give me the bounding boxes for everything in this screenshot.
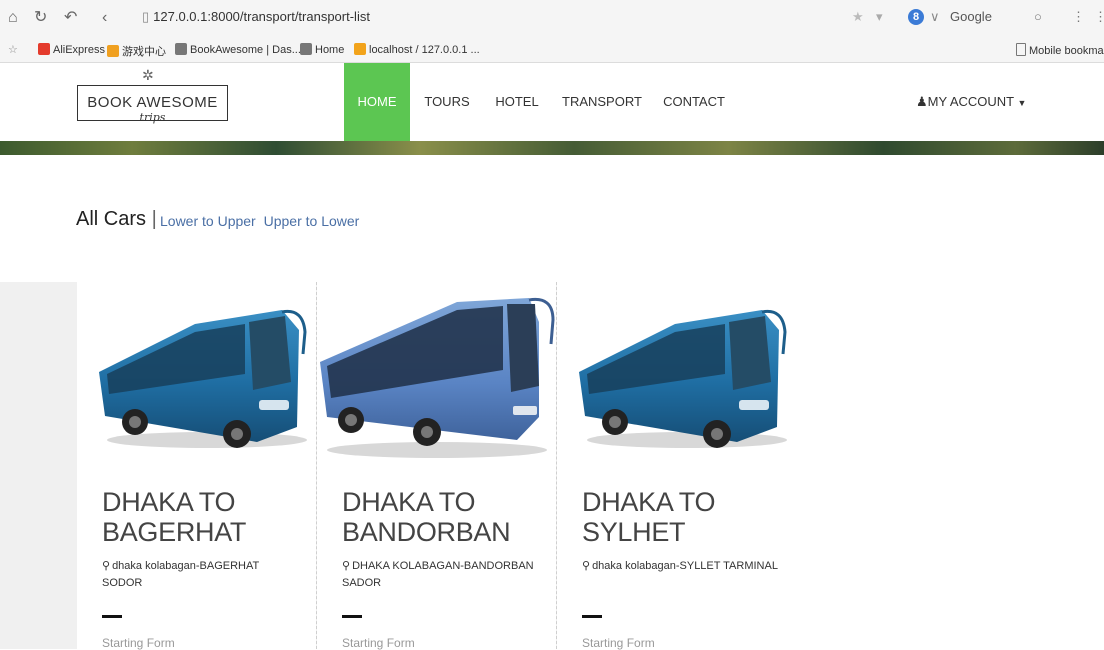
caret-down-icon: ▼ [1017,98,1027,108]
page-icon: ▯ [142,9,150,24]
aliexpress-icon [38,43,50,55]
transport-card[interactable]: DHAKA TO BAGERHAT ⚲ dhaka kolabagan-BAGER… [77,282,316,650]
site-header: BOOK AWESOME trips ✲ HOME TOURS HOTEL TR… [0,63,1104,141]
bookmark-game-center[interactable]: 游戏中心 [107,43,166,59]
route-location: ⚲ dhaka kolabagan-SYLLET TARMINAL [582,560,778,572]
address-bar[interactable]: ▯ 127.0.0.1:8000/transport/transport-list [142,9,370,25]
phpmyadmin-icon [354,43,366,55]
account-menu[interactable]: ♟MY ACCOUNT ▼ [916,63,1026,141]
route-title[interactable]: DHAKA TO BANDORBAN [342,487,552,547]
divider [582,615,602,618]
map-pin-icon: ⚲ [102,560,111,572]
page-icon [300,43,312,55]
page-icon [175,43,187,55]
bookmark-localhost[interactable]: localhost / 127.0.0.1 ... [354,43,480,56]
site-logo[interactable]: BOOK AWESOME trips [77,85,228,124]
more-icon[interactable]: ⋮ [1094,9,1104,25]
starting-from-label: Starting Form [582,636,655,650]
starting-from-label: Starting Form [342,636,415,650]
game-center-icon [107,45,119,57]
logo-subtitle: trips [139,111,166,124]
divider [102,615,122,618]
bookmark-bar: ☆ AliExpress 游戏中心 BookAwesome | Das... H… [0,38,1104,63]
transport-card[interactable]: DHAKA TO SYLHET ⚲ dhaka kolabagan-SYLLET … [557,282,796,650]
mobile-icon [1016,43,1026,56]
route-title[interactable]: DHAKA TO SYLHET [582,487,792,547]
chevron-down-icon[interactable]: ▾ [876,9,883,25]
account-label: MY ACCOUNT [927,94,1014,109]
star-icon[interactable]: ★ [852,9,864,25]
empty-card-slot [795,282,1104,649]
bookmark-bookawesome[interactable]: BookAwesome | Das... [175,43,301,56]
search-icon[interactable]: ○ [1034,9,1042,24]
starting-from-label: Starting Form [102,636,175,650]
title-divider: | [151,208,157,230]
bus-image [320,297,555,458]
bookmark-aliexpress[interactable]: AliExpress [38,43,105,56]
logo-title: BOOK AWESOME [87,94,218,111]
map-pin-icon: ⚲ [342,560,351,572]
palm-tree-icon: ✲ [142,67,154,83]
nav-tours[interactable]: TOURS [424,63,470,141]
page-title: All Cars | [76,208,157,230]
engine-dropdown-icon[interactable]: ∨ [930,9,940,25]
browser-toolbar: ⌂ ↻ ↶ ‹ ▯ 127.0.0.1:8000/transport/transp… [0,0,1104,39]
undo-icon[interactable]: ↶ [64,8,77,28]
bus-image [579,309,787,448]
back-icon[interactable]: ‹ [102,8,107,28]
transport-card[interactable]: DHAKA TO BANDORBAN ⚲ DHAKA KOLABAGAN-BAND… [317,282,556,650]
route-title[interactable]: DHAKA TO BAGERHAT [102,487,312,547]
reload-icon[interactable]: ↻ [34,8,47,28]
user-icon: ♟ [916,94,928,109]
sort-low-to-high-link[interactable]: Lower to Upper [160,213,256,229]
search-engine-icon[interactable]: 8 [908,9,924,25]
bus-image [99,309,307,448]
map-pin-icon: ⚲ [582,560,591,572]
bookmark-star-icon[interactable]: ☆ [8,43,18,56]
url-text: 127.0.0.1:8000/transport/transport-list [153,9,370,24]
nav-contact[interactable]: CONTACT [662,63,726,141]
hero-banner [0,141,1104,155]
sort-high-to-low-link[interactable]: Upper to Lower [264,213,360,229]
menu-icon[interactable]: ⋮ [1072,9,1085,25]
search-engine-label[interactable]: Google [950,9,992,24]
nav-home[interactable]: HOME [344,63,410,141]
nav-transport[interactable]: TRANSPORT [562,63,642,141]
mobile-bookmarks[interactable]: Mobile bookma [1016,43,1104,57]
route-location: ⚲ DHAKA KOLABAGAN-BANDORBAN SADOR [342,560,534,589]
home-icon[interactable]: ⌂ [8,8,18,28]
route-location: ⚲ dhaka kolabagan-BAGERHAT SODOR [102,560,260,589]
nav-hotel[interactable]: HOTEL [494,63,540,141]
bookmark-home[interactable]: Home [300,43,344,56]
sort-links: Lower to Upper Upper to Lower [160,213,363,229]
divider [342,615,362,618]
